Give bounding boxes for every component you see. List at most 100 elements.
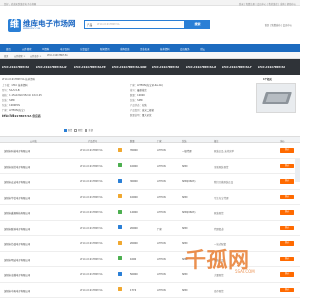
inquiry-button[interactable]: 询价 (280, 287, 294, 292)
inquiry-button[interactable]: 询价 (280, 148, 294, 153)
part-number[interactable]: LT1C-C1917BKT-5A (80, 180, 103, 183)
product-image[interactable] (256, 83, 296, 113)
quantity: 30000 (130, 180, 138, 183)
logo-subtitle: WWW.DZSC.COM (23, 27, 41, 30)
package: SMD (182, 226, 188, 230)
part-tab[interactable]: LT1C-C1917BKT-5A (258, 66, 285, 69)
part-tab[interactable]: LT1C-C1917BKT-5A (152, 66, 179, 69)
nav-item[interactable]: 企业名录 (140, 47, 150, 51)
verified-badge-icon (118, 147, 122, 152)
verified-badge-icon (118, 256, 122, 260)
part-tab[interactable]: LT1C-C1917BKT-5A-N (36, 66, 66, 69)
company-name[interactable]: 深圳市宏达电子有限公司 (4, 180, 30, 184)
quantity: 10000 (130, 164, 138, 168)
quantity: 1774 (130, 288, 137, 292)
breadcrumb-item[interactable]: 元件搜索 > (14, 54, 25, 58)
part-number[interactable]: LT1C-C1917BKT-5A (80, 258, 103, 261)
company-name[interactable]: 深圳市华信电子有限公司 (4, 196, 30, 200)
floating-sidebar[interactable] (295, 158, 300, 182)
verified-badge-icon (118, 225, 122, 229)
part-number[interactable]: LT1C-C1917BKT-5A (80, 227, 103, 230)
manufacturer: LITEON (157, 211, 166, 214)
table-row[interactable]: 深圳市宏达电子有限公司 LT1C-C1917BKT-5A 30000 LITEON SM… (0, 174, 300, 190)
remark: 我们只做原装正品 (214, 181, 234, 184)
nav-item[interactable]: 技术资料 (160, 47, 170, 51)
filter-label: 全部 (88, 129, 94, 132)
table-row[interactable]: 深圳市鑫源科技有限公司 LT1C-C1917BKT-5A 12000 LITEON SM… (0, 205, 300, 221)
filter-label: 期货 (78, 129, 83, 132)
nav-item[interactable]: 会员服务 (180, 47, 190, 51)
package: SMD (182, 164, 188, 168)
company-name[interactable]: 深圳市明达电子有限公司 (4, 258, 30, 262)
table-row[interactable]: 深圳市创芯电子有限公司 LT1C-C1917BKT-5A 10000 LITEON SM… (0, 159, 300, 174)
header-links[interactable]: 首页 | 免费发布 | 会员中心 (265, 23, 292, 27)
part-number[interactable]: LT1C-C1917BKT-5A (80, 289, 103, 292)
detail-line: 包装：1000PCS (2, 104, 20, 107)
part-tab[interactable]: LT1C-C1917BKT-5A-SOD (112, 66, 146, 69)
inquiry-button[interactable]: 询价 (280, 194, 294, 199)
company-name[interactable]: 深圳市鑫源科技有限公司 (4, 211, 30, 215)
manufacturer: LITEON (157, 242, 166, 245)
nav-item[interactable]: 首页 (6, 47, 11, 51)
detail-line: 上下载：LT1C 技术资料 (2, 84, 28, 87)
company-name[interactable]: 深圳市芯盛电子有限公司 (4, 242, 30, 246)
nav-item[interactable]: 采购信息 (120, 47, 130, 51)
table-row[interactable]: 深圳市联科电子有限公司 LT1C-C1917BKT-5A 20000 厂家 SMD 代理渠… (0, 221, 300, 236)
inquiry-button[interactable]: 询价 (280, 163, 294, 168)
part-tab[interactable]: LT1C-C1917BKT-5A (2, 66, 29, 69)
breadcrumb-item[interactable]: 首页 (4, 54, 8, 58)
company-name[interactable]: 深圳市中天电子有限公司 (4, 289, 30, 293)
stock-filter[interactable]: 现货 期货 全部 (64, 128, 93, 132)
manufacturer: LITEON (157, 273, 166, 276)
nav-item[interactable]: 新闻资讯 (100, 47, 110, 51)
detail-line: 产品状态：在售 (130, 104, 147, 107)
part-number[interactable]: LT1C-C1917BKT-5A (80, 211, 103, 214)
part-number[interactable]: LT1C-C1917BKT-5A (80, 149, 103, 152)
checkbox-icon[interactable] (64, 129, 67, 132)
part-number[interactable]: LT1C-C1917BKT-5A (80, 165, 103, 168)
breadcrumb-item[interactable]: 元件库存 > (30, 54, 41, 58)
table-row[interactable]: 深圳市科技电子有限公司 LT1C-C1917BKT-5A 35000 LITEON 一级… (0, 143, 300, 159)
inquiry-button[interactable]: 询价 (280, 210, 294, 215)
manufacturer: 厂家 (157, 227, 162, 231)
watermark: 千孤网 5SAI.COM (185, 244, 295, 274)
inquiry-button[interactable]: 询价 (280, 179, 294, 184)
detail-line: 数量：10000 (130, 94, 145, 97)
verified-badge-icon (118, 163, 122, 167)
nav-item[interactable]: 方案设计 (80, 47, 90, 51)
side-title: 1个相关 (263, 78, 272, 81)
filter-label: 现货 (67, 129, 73, 132)
table-row[interactable]: 深圳市华信电子有限公司 LT1C-C1917BKT-5A 10000 LITEON SM… (0, 190, 300, 205)
company-name[interactable]: 深圳市创芯电子有限公司 (4, 165, 30, 169)
manufacturer: LITEON (157, 288, 166, 292)
checkbox-icon[interactable] (74, 129, 77, 132)
search-box[interactable]: 产品 LT1C-C1917BKT-5A (84, 20, 185, 29)
manufacturer: LITEON (157, 180, 166, 183)
supplier-list-title: LT1C-C1917BKT-5A 供应商 (2, 114, 41, 118)
search-button[interactable]: 搜索 (185, 20, 210, 29)
part-number[interactable]: LT1C-C1917BKT-5A (80, 196, 103, 199)
inquiry-button[interactable]: 询价 (280, 272, 294, 277)
nav-item[interactable]: 元件搜索 (22, 47, 32, 51)
nav-item[interactable]: 电子百科 (60, 47, 70, 51)
company-name[interactable]: 深圳市卓越电子有限公司 (4, 273, 30, 277)
detail-title: LT1C-C1917BKT-5A 技术资料 (2, 78, 35, 81)
part-tab[interactable]: LT1C-C1917BKT-5A-TR (74, 66, 106, 69)
part-number[interactable]: LT1C-C1917BKT-5A (80, 242, 103, 245)
company-name[interactable]: 深圳市科技电子有限公司 (4, 149, 30, 153)
search-input[interactable]: LT1C-C1917BKT-5A (97, 23, 184, 26)
inquiry-button[interactable]: 询价 (280, 225, 294, 230)
table-row[interactable]: 深圳市中天电子有限公司 LT1C-C1917BKT-5A 1774 LITEON SMD… (0, 283, 300, 298)
search-type-select[interactable]: 产品 (85, 23, 97, 27)
company-name[interactable]: 深圳市联科电子有限公司 (4, 227, 30, 231)
nav-item[interactable]: 论坛 (200, 47, 205, 51)
nav-item[interactable]: IC资料 (42, 47, 49, 51)
part-tabs: LT1C-C1917BKT-5A LT1C-C1917BKT-5A-N LT1C… (0, 59, 300, 75)
package: SMD(0603) (182, 180, 196, 183)
detail-line: 型号：5A-5-5-B (2, 89, 20, 92)
part-number[interactable]: LT1C-C1917BKT-5A (80, 273, 103, 276)
site-logo[interactable]: 维 维库电子市场网 WWW.DZSC.COM (8, 18, 76, 32)
part-tab[interactable]: LT1C-C1917BKT-5A-R (186, 66, 216, 69)
detail-line: 封装：SMD (130, 99, 143, 102)
part-tab[interactable]: LT1C-C1917BKT-5A-T (222, 66, 252, 69)
